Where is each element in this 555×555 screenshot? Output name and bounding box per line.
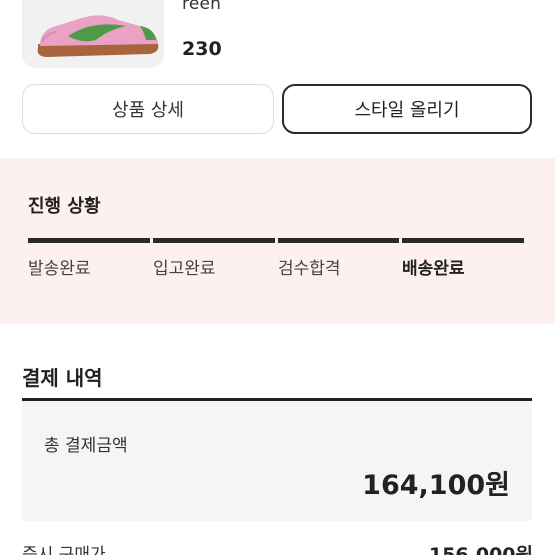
instant-buy-price-label: 즉시 구매가 [22,545,106,555]
post-style-button[interactable]: 스타일 올리기 [282,84,532,134]
product-image[interactable] [22,0,164,68]
product-detail-button[interactable]: 상품 상세 [22,84,274,134]
progress-step-inspected: 검수합격 [278,259,341,279]
progress-segment-4 [402,238,524,243]
progress-section: 진행 상황 발송완료 입고완료 검수합격 배송완료 [0,158,555,324]
payment-total-label: 총 결제금액 [44,436,128,456]
sneaker-image [37,15,159,57]
progress-step-delivered: 배송완료 [402,259,465,279]
payment-title: 결제 내역 [22,366,103,390]
order-detail-page: reen 230 상품 상세 스타일 올리기 진행 상황 발송완료 입고완료 검… [0,0,555,555]
product-size: 230 [182,38,222,60]
progress-segment-3 [278,238,399,243]
payment-total-box: 총 결제금액 164,100원 [22,401,532,521]
progress-segment-1 [28,238,150,243]
instant-buy-price-value: 156,000원 [428,544,533,555]
progress-step-shipped: 발송완료 [28,259,91,279]
progress-step-received: 입고완료 [153,259,216,279]
payment-total-value: 164,100원 [362,470,510,501]
progress-title: 진행 상황 [28,196,101,217]
product-name: reen [182,0,222,14]
progress-segment-2 [153,238,275,243]
